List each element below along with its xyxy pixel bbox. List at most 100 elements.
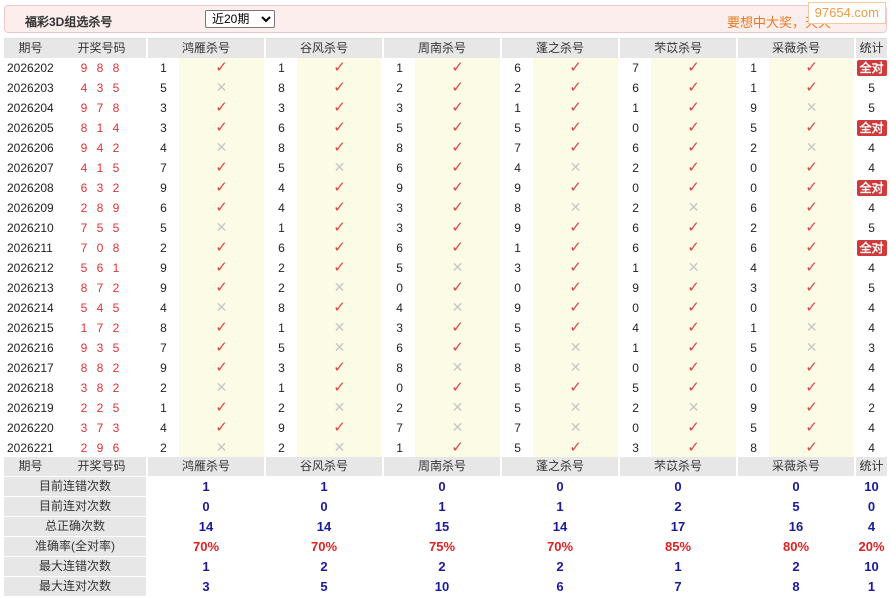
kill-number: 1	[264, 58, 298, 78]
check-icon: ✓	[805, 299, 818, 316]
check-icon: ✓	[451, 279, 464, 296]
cross-icon: ✕	[215, 439, 228, 455]
kill-number: 1	[146, 398, 179, 418]
kill-number: 9	[264, 418, 298, 438]
stats-label: 目前连错次数	[4, 476, 147, 497]
kill-number: 2	[618, 398, 652, 418]
cross-icon: ✕	[333, 439, 346, 455]
row-issue: 2026202	[7, 60, 54, 75]
kill-number: 6	[736, 198, 770, 218]
kill-number: 3	[500, 258, 534, 278]
row-number: 4 1 5	[80, 160, 123, 175]
row-count-value: 4	[868, 420, 875, 435]
row-issue: 2026207	[7, 160, 54, 175]
row-count-value: 5	[868, 280, 875, 295]
kill-result: ✕	[179, 138, 266, 158]
kill-number: 0	[618, 298, 652, 318]
kill-result: ✕	[533, 338, 620, 358]
stats-header-col-2: 谷风杀号	[264, 457, 383, 477]
kill-result: ✕	[651, 398, 738, 418]
cross-icon: ✕	[687, 259, 700, 275]
check-icon: ✓	[333, 419, 346, 436]
kill-table: 期号 开奖号码 鸿雁杀号 谷风杀号 周南杀号 蓬之杀号 芣苡杀号 采薇杀号 统计…	[4, 38, 888, 477]
stats-value: 7	[618, 576, 737, 597]
check-icon: ✓	[569, 99, 582, 116]
kill-result: ✓	[297, 218, 384, 238]
check-icon: ✓	[805, 179, 818, 196]
check-icon: ✓	[687, 279, 700, 296]
kill-number: 5	[146, 218, 179, 238]
check-icon: ✓	[687, 359, 700, 376]
kill-result: ✓	[769, 58, 856, 78]
check-icon: ✓	[333, 359, 346, 376]
kill-number: 3	[264, 98, 298, 118]
kill-number: 5	[500, 378, 534, 398]
row-issue: 2026215	[7, 320, 54, 335]
table-header: 期号 开奖号码 鸿雁杀号 谷风杀号 周南杀号 蓬之杀号 芣苡杀号 采薇杀号 统计	[4, 38, 888, 58]
check-icon: ✓	[687, 339, 700, 356]
header-col-1: 鸿雁杀号	[145, 38, 266, 58]
check-icon: ✓	[451, 239, 464, 256]
stats-label: 目前连对次数	[4, 496, 147, 517]
cross-icon: ✕	[569, 159, 582, 175]
check-icon: ✓	[333, 259, 346, 276]
stats-row: 最大连错次数 1 2 2 2 1 2 10	[4, 556, 887, 577]
full-hit-badge: 全对	[857, 239, 887, 256]
check-icon: ✓	[451, 439, 464, 456]
cross-icon: ✕	[451, 419, 464, 435]
kill-result: ✓	[651, 278, 738, 298]
kill-result: ✓	[533, 138, 620, 158]
kill-result: ✓	[533, 58, 620, 78]
kill-result: ✓	[415, 438, 502, 458]
check-icon: ✓	[215, 279, 228, 296]
row-issue: 2026212	[7, 260, 54, 275]
cross-icon: ✕	[805, 339, 818, 355]
kill-result: ✕	[769, 98, 856, 118]
kill-result: ✓	[297, 98, 384, 118]
kill-result: ✕	[533, 198, 620, 218]
check-icon: ✓	[687, 179, 700, 196]
check-icon: ✓	[569, 139, 582, 156]
kill-result: ✓	[533, 118, 620, 138]
kill-number: 9	[146, 358, 179, 378]
kill-number: 1	[264, 218, 298, 238]
header-col-4: 蓬之杀号	[500, 38, 620, 58]
check-icon: ✓	[333, 199, 346, 216]
check-icon: ✓	[215, 319, 228, 336]
kill-result: ✓	[769, 438, 856, 458]
cross-icon: ✕	[333, 339, 346, 355]
kill-number: 5	[382, 258, 416, 278]
row-count: 4	[854, 298, 888, 318]
kill-number: 2	[382, 398, 416, 418]
cross-icon: ✕	[451, 359, 464, 375]
check-icon: ✓	[805, 439, 818, 456]
row-issue: 2026216	[7, 340, 54, 355]
stats-value: 1	[146, 476, 265, 497]
kill-result: ✕	[533, 158, 620, 178]
cross-icon: ✕	[805, 99, 818, 115]
row-number: 8 7 2	[80, 280, 123, 295]
kill-result: ✓	[415, 78, 502, 98]
table-row: 2026217 8 8 2 9 ✓ 3 ✓ 8 ✕ 8 ✕ 0 ✓ 0 ✓ 4	[4, 358, 888, 378]
kill-result: ✓	[769, 238, 856, 258]
kill-number: 7	[382, 418, 416, 438]
row-count-value: 4	[868, 380, 875, 395]
stats-value: 70%	[146, 536, 265, 557]
kill-result: ✓	[769, 218, 856, 238]
stats-value: 0	[146, 496, 265, 517]
check-icon: ✓	[451, 119, 464, 136]
check-icon: ✓	[569, 379, 582, 396]
stats-count: 10	[854, 556, 887, 577]
row-count: 4	[854, 138, 888, 158]
cross-icon: ✕	[687, 399, 700, 415]
check-icon: ✓	[687, 319, 700, 336]
check-icon: ✓	[333, 179, 346, 196]
kill-result: ✓	[179, 158, 266, 178]
check-icon: ✓	[805, 239, 818, 256]
row-count: 3	[854, 338, 888, 358]
kill-result: ✓	[297, 178, 384, 198]
stats-value: 8	[736, 576, 855, 597]
row-number: 9 8 8	[80, 60, 123, 75]
range-select[interactable]: 近20期	[205, 10, 275, 28]
row-count-value: 5	[868, 80, 875, 95]
